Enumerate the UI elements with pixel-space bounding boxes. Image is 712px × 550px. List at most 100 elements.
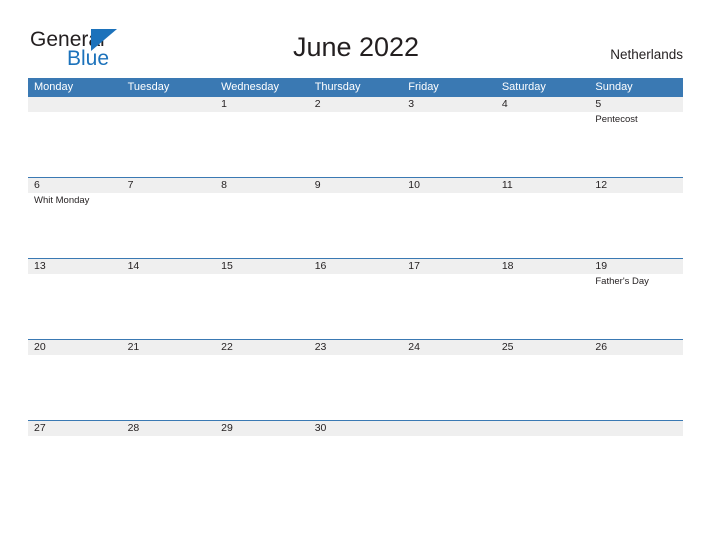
day-events [402,436,496,438]
day-events [402,112,496,114]
calendar-day-cell[interactable]: 4 [496,96,590,177]
calendar-week-row: 20 21 22 23 24 25 26 [28,339,683,420]
day-events [589,355,683,357]
day-events [28,274,122,276]
day-number: 30 [314,422,327,434]
calendar-day-cell[interactable]: 30 [309,420,403,501]
calendar-day-cell[interactable]: 5 Pentecost [589,96,683,177]
day-events [122,355,216,357]
day-number: 15 [221,260,233,272]
day-number: 26 [595,341,608,353]
day-events [309,193,403,195]
day-events [402,193,496,195]
calendar-day-cell[interactable]: 1 [215,96,309,177]
calendar-day-cell[interactable]: 24 [402,339,496,420]
calendar-day-cell[interactable]: 25 [496,339,590,420]
calendar-day-cell[interactable]: 18 [496,258,590,339]
calendar-day-cell[interactable]: 8 [215,177,309,258]
day-number [402,420,496,436]
calendar-week-row: 13 14 15 16 17 18 19 Father's Day [28,258,683,339]
day-events [309,355,403,357]
calendar-day-cell[interactable]: 22 [215,339,309,420]
day-events [215,193,309,195]
day-events [28,355,122,357]
calendar-day-cell[interactable] [28,96,122,177]
day-number: 7 [127,179,134,191]
page-header: General Blue June 2022 Netherlands [0,0,712,78]
calendar-day-cell[interactable]: 11 [496,177,590,258]
day-number: 18 [501,260,514,272]
calendar-day-cell[interactable]: 6 Whit Monday [28,177,122,258]
day-number: 14 [127,260,140,272]
day-events [309,274,403,276]
day-events [496,274,590,276]
day-events [28,112,122,114]
day-number: 9 [314,179,321,191]
day-events [28,436,122,438]
day-number: 10 [408,179,420,191]
calendar-day-cell[interactable]: 13 [28,258,122,339]
day-number: 25 [501,341,514,353]
calendar-day-cell[interactable]: 7 [122,177,216,258]
day-events [215,274,309,276]
calendar-day-cell[interactable]: 20 [28,339,122,420]
weekday-header-saturday: Saturday [501,81,546,93]
calendar-week-row: 6 Whit Monday 7 8 9 10 11 12 [28,177,683,258]
calendar-header-row: Monday Tuesday Wednesday Thursday Friday… [28,78,683,96]
day-events [309,112,403,114]
day-number: 29 [221,422,233,434]
day-number [122,96,216,112]
weekday-header-sunday: Sunday [595,81,633,93]
day-number: 6 [34,179,40,191]
day-number: 3 [408,98,415,110]
day-number: 22 [221,341,233,353]
calendar-day-cell[interactable]: 16 [309,258,403,339]
calendar-weeks: 1 2 3 4 5 Pentecost 6 Whit Monday 7 8 9 10 11 12 13 14 1… [28,96,683,501]
day-events: Father's Day [589,274,683,288]
day-number: 17 [408,260,420,272]
calendar-week-row: 27 28 29 30 [28,420,683,501]
calendar-day-cell[interactable]: 17 [402,258,496,339]
day-event-label: Whit Monday [34,195,90,206]
day-events [496,112,590,114]
calendar-day-cell[interactable]: 10 [402,177,496,258]
calendar-day-cell[interactable] [122,96,216,177]
weekday-header-thursday: Thursday [314,81,361,93]
day-events: Pentecost [589,112,683,126]
calendar-day-cell[interactable]: 14 [122,258,216,339]
calendar-day-cell[interactable] [589,420,683,501]
weekday-header-friday: Friday [408,81,439,93]
calendar-day-cell[interactable]: 27 [28,420,122,501]
calendar-day-cell[interactable]: 9 [309,177,403,258]
day-events [309,436,403,438]
calendar-day-cell[interactable]: 28 [122,420,216,501]
weekday-header-wednesday: Wednesday [221,81,280,93]
day-events [496,436,590,438]
calendar-day-cell[interactable]: 29 [215,420,309,501]
calendar-day-cell[interactable]: 2 [309,96,403,177]
day-event-label: Father's Day [595,276,649,287]
calendar-day-cell[interactable]: 26 [589,339,683,420]
calendar-day-cell[interactable]: 21 [122,339,216,420]
calendar-day-cell[interactable] [496,420,590,501]
page-title: June 2022 [292,32,420,62]
day-number: 20 [34,341,46,353]
day-events [402,274,496,276]
calendar-day-cell[interactable] [402,420,496,501]
calendar-day-cell[interactable]: 23 [309,339,403,420]
calendar-day-cell[interactable]: 19 Father's Day [589,258,683,339]
calendar-day-cell[interactable]: 12 [589,177,683,258]
country-label: Netherlands [610,47,683,62]
day-events [122,112,216,114]
day-events [589,193,683,195]
day-number: 12 [595,179,608,191]
day-events [402,355,496,357]
day-number: 24 [408,341,420,353]
day-number: 27 [34,422,46,434]
day-events [589,436,683,438]
calendar-day-cell[interactable]: 3 [402,96,496,177]
day-events: Whit Monday [28,193,122,207]
day-events [496,193,590,195]
weekday-header-tuesday: Tuesday [127,81,170,93]
calendar-day-cell[interactable]: 15 [215,258,309,339]
